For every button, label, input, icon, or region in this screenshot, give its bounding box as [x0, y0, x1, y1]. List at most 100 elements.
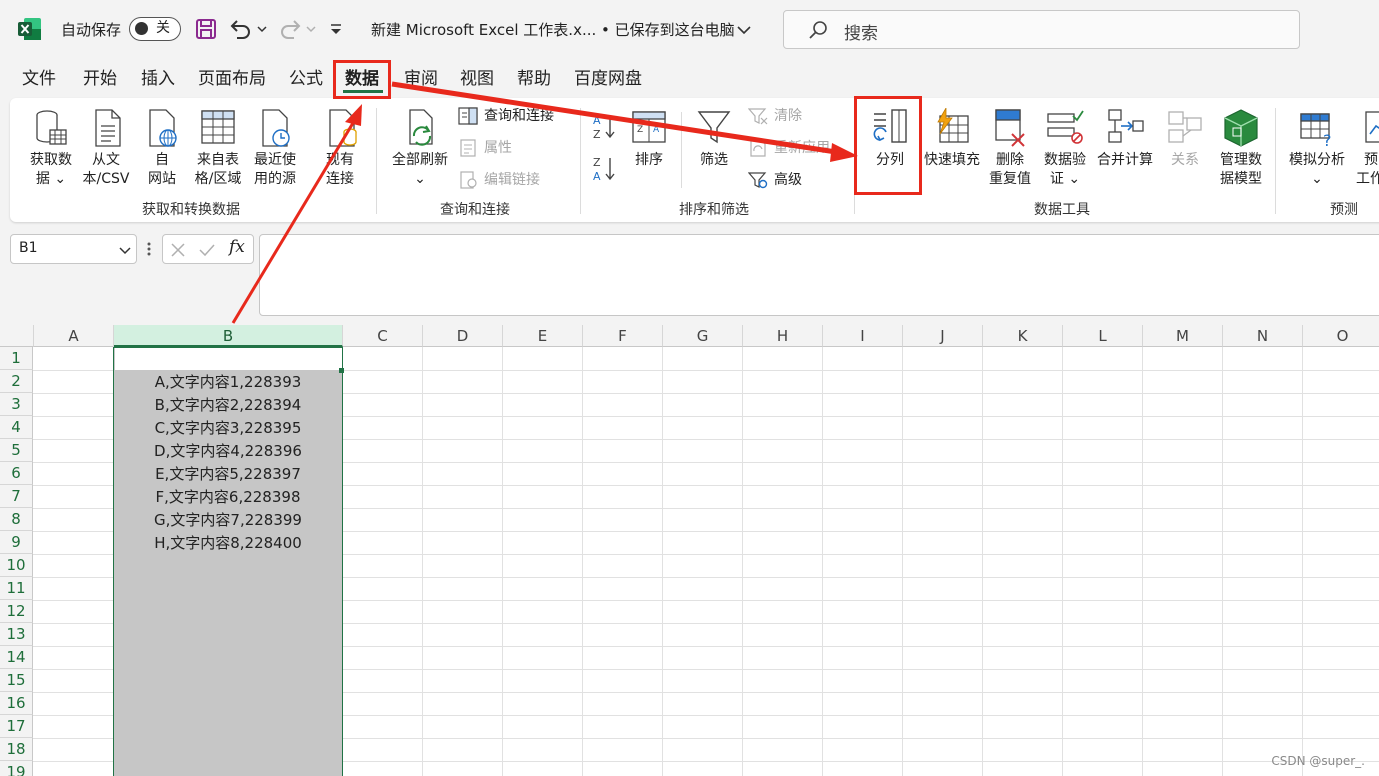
relationships-button[interactable]: 关系 [1164, 108, 1206, 170]
cell-b3[interactable]: B,文字内容2,228394 [114, 394, 342, 417]
cell-b2[interactable]: A,文字内容1,228393 [114, 371, 342, 394]
row-header-19[interactable]: 19 [0, 761, 33, 776]
row-header-4[interactable]: 4 [0, 416, 33, 439]
undo-icon[interactable] [229, 18, 269, 40]
column-header-c[interactable]: C [343, 325, 423, 347]
row-header-18[interactable]: 18 [0, 738, 33, 761]
customize-toolbar-icon[interactable] [328, 22, 344, 38]
column-header-h[interactable]: H [743, 325, 823, 347]
reapply-button[interactable]: 重新应用 [748, 138, 830, 158]
row-header-5[interactable]: 5 [0, 439, 33, 462]
cell-b8[interactable]: G,文字内容7,228399 [114, 509, 342, 532]
insert-function-button[interactable]: fx [229, 237, 245, 257]
column-header-f[interactable]: F [583, 325, 663, 347]
search-box[interactable]: 搜索 [783, 10, 1300, 49]
tab-insert[interactable]: 插入 [141, 68, 175, 90]
column-header-m[interactable]: M [1143, 325, 1223, 347]
row-header-15[interactable]: 15 [0, 669, 33, 692]
from-table-range-button[interactable]: 来自表 格/区域 [190, 108, 246, 189]
gridline [502, 347, 503, 776]
row-header-7[interactable]: 7 [0, 485, 33, 508]
manage-data-model-button[interactable]: 管理数 据模型 [1212, 108, 1270, 189]
column-header-a[interactable]: A [34, 325, 114, 347]
row-header-2[interactable]: 2 [0, 370, 33, 393]
forecast-sheet-button[interactable]: 预 工作 [1354, 108, 1379, 189]
recent-sources-button[interactable]: 最近使 用的源 [248, 108, 302, 189]
column-header-e[interactable]: E [503, 325, 583, 347]
data-validation-label-1: 数据验 [1044, 152, 1086, 168]
tab-view[interactable]: 视图 [460, 68, 494, 90]
formula-input[interactable] [259, 234, 1379, 316]
name-box[interactable]: B1 [10, 234, 137, 264]
tab-home[interactable]: 开始 [83, 68, 117, 90]
file-title[interactable]: 新建 Microsoft Excel 工作表.x... • 已保存到这台电脑 [371, 20, 735, 40]
what-if-analysis-button[interactable]: ? 模拟分析 ⌄ [1286, 108, 1348, 189]
redo-icon[interactable] [278, 18, 318, 40]
tab-formulas[interactable]: 公式 [289, 68, 323, 90]
tab-file[interactable]: 文件 [22, 68, 56, 90]
column-header-o[interactable]: O [1303, 325, 1379, 347]
consolidate-button[interactable]: 合并计算 [1094, 108, 1156, 170]
column-header-i[interactable]: I [823, 325, 903, 347]
tab-review[interactable]: 审阅 [404, 68, 438, 90]
sort-button[interactable]: Z A 排序 [630, 108, 668, 170]
edit-links-button[interactable]: 编辑链接 [458, 170, 540, 190]
flash-fill-button[interactable]: 快速填充 [920, 108, 984, 170]
sort-za-icon[interactable]: Z A [592, 154, 618, 184]
row-header-17[interactable]: 17 [0, 715, 33, 738]
cell-b4[interactable]: C,文字内容3,228395 [114, 417, 342, 440]
cell-b7[interactable]: F,文字内容6,228398 [114, 486, 342, 509]
column-header-l[interactable]: L [1063, 325, 1143, 347]
enter-check-icon[interactable] [198, 242, 216, 258]
filter-button[interactable]: 筛选 [694, 108, 734, 170]
row-header-3[interactable]: 3 [0, 393, 33, 416]
worksheet-grid[interactable]: A B C D E F G H I J K L M N O 1 2 3 4 5 [0, 325, 1379, 776]
row-header-12[interactable]: 12 [0, 600, 33, 623]
from-text-csv-button[interactable]: 从文 本/CSV [80, 108, 132, 189]
column-header-n[interactable]: N [1223, 325, 1303, 347]
cell-b9[interactable]: H,文字内容8,228400 [114, 532, 342, 555]
row-header-8[interactable]: 8 [0, 508, 33, 531]
select-all-corner[interactable] [0, 325, 34, 347]
row-header-6[interactable]: 6 [0, 462, 33, 485]
cell-b5[interactable]: D,文字内容4,228396 [114, 440, 342, 463]
chevron-down-icon[interactable] [736, 22, 752, 38]
existing-connections-button[interactable]: 现有 连接 [318, 108, 362, 189]
svg-text:Z: Z [593, 128, 601, 141]
column-header-g[interactable]: G [663, 325, 743, 347]
cell-b1[interactable] [114, 347, 342, 370]
inner-separator [681, 112, 682, 188]
autosave-toggle[interactable]: 关 [129, 17, 181, 41]
cell-b6[interactable]: E,文字内容5,228397 [114, 463, 342, 486]
clear-filter-button[interactable]: 清除 [748, 106, 802, 126]
row-header-9[interactable]: 9 [0, 531, 33, 554]
flash-fill-label: 快速填充 [924, 152, 980, 168]
ribbon-tabs: 文件 开始 插入 页面布局 公式 数据 审阅 视图 帮助 百度网盘 [0, 62, 1379, 96]
column-header-j[interactable]: J [903, 325, 983, 347]
advanced-filter-button[interactable]: 高级 [748, 170, 802, 190]
row-header-13[interactable]: 13 [0, 623, 33, 646]
row-header-14[interactable]: 14 [0, 646, 33, 669]
row-header-11[interactable]: 11 [0, 577, 33, 600]
from-web-button[interactable]: 自 网站 [142, 108, 182, 189]
sort-az-icon[interactable]: A Z [592, 112, 618, 142]
row-header-16[interactable]: 16 [0, 692, 33, 715]
cancel-icon[interactable] [170, 242, 186, 258]
column-header-k[interactable]: K [983, 325, 1063, 347]
remove-duplicates-button[interactable]: 删除 重复值 [986, 108, 1034, 189]
properties-button[interactable]: 属性 [458, 138, 512, 158]
save-icon[interactable] [195, 18, 217, 40]
tab-page-layout[interactable]: 页面布局 [198, 68, 266, 90]
refresh-all-button[interactable]: 全部刷新 ⌄ [388, 108, 452, 189]
tab-baidu-netdisk[interactable]: 百度网盘 [574, 68, 642, 90]
queries-connections-button[interactable]: 查询和连接 [458, 106, 554, 126]
column-header-d[interactable]: D [423, 325, 503, 347]
data-validation-button[interactable]: 数据验 证 ⌄ [1040, 108, 1090, 189]
row-header-10[interactable]: 10 [0, 554, 33, 577]
gridline [1222, 347, 1223, 776]
more-options-icon[interactable] [145, 241, 153, 257]
tab-help[interactable]: 帮助 [517, 68, 551, 90]
row-header-1[interactable]: 1 [0, 347, 33, 370]
get-data-button[interactable]: 获取数 据 ⌄ [26, 108, 76, 189]
column-header-b[interactable]: B [114, 325, 343, 347]
